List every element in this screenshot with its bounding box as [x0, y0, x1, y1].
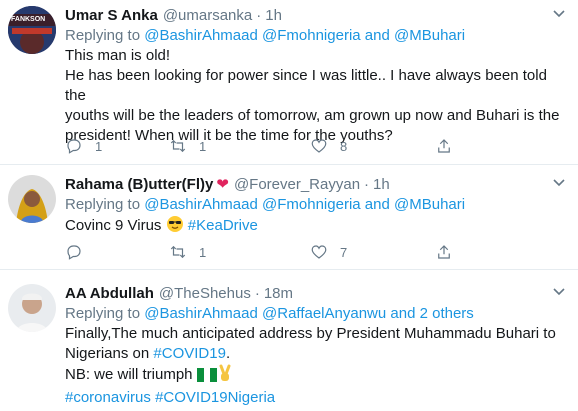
heart-icon — [311, 245, 327, 259]
replying-to: Replying to @BashirAhmaad @Fmohnigeria a… — [65, 27, 466, 44]
separator-dot: · — [256, 7, 262, 24]
avatar-image — [8, 175, 56, 223]
retweet-icon — [170, 245, 186, 259]
chevron-down-icon[interactable] — [552, 6, 566, 23]
separator-dot: · — [364, 176, 370, 193]
like-button[interactable]: 8 — [310, 137, 435, 155]
like-button[interactable]: 7 — [310, 243, 435, 261]
author-handle[interactable]: @Forever_Rayyan — [234, 175, 360, 195]
mention-link[interactable]: @BashirAhmaad — [144, 196, 258, 213]
reply-icon — [67, 245, 81, 260]
hashtag-link[interactable]: #coronavirus — [65, 389, 151, 406]
share-button[interactable] — [435, 243, 453, 261]
avatar[interactable]: FANKSON — [8, 6, 56, 54]
timestamp[interactable]: 1h — [373, 175, 390, 195]
tweet-text: Covinc 9 Virus #KeaDrive — [65, 215, 570, 239]
replying-to: Replying to @BashirAhmaad @Fmohnigeria a… — [65, 196, 466, 213]
share-icon — [438, 139, 450, 153]
avatar[interactable] — [8, 175, 56, 223]
tweet-actions: 1 1 8 — [65, 137, 453, 155]
chevron-down-icon[interactable] — [552, 175, 566, 192]
author-name[interactable]: Umar S Anka — [65, 6, 158, 26]
retweet-count: 1 — [199, 138, 207, 154]
mention-link[interactable]: @MBuhari — [394, 196, 465, 213]
mention-link[interactable]: @MBuhari — [394, 27, 465, 44]
retweet-button[interactable]: 1 — [169, 243, 310, 261]
author-name[interactable]: AA Abdullah — [65, 284, 154, 304]
author-handle[interactable]: @umarsanka — [163, 6, 252, 26]
heart-icon — [311, 139, 327, 153]
reply-button[interactable]: 1 — [65, 137, 169, 155]
heart-emoji-icon: ❤ — [216, 176, 229, 193]
mention-link[interactable]: @Fmohnigeria — [262, 27, 361, 44]
avatar-image — [8, 284, 56, 332]
retweet-count: 1 — [199, 244, 207, 260]
timestamp[interactable]: 18m — [264, 284, 293, 304]
mention-link[interactable]: @BashirAhmaad — [144, 27, 258, 44]
timestamp[interactable]: 1h — [265, 6, 282, 26]
author-handle[interactable]: @TheShehus — [159, 284, 251, 304]
reply-icon — [67, 139, 81, 154]
tweet-text: Finally,The much anticipated address by … — [65, 325, 556, 406]
reply-button[interactable] — [65, 243, 169, 261]
tweet-abdullah[interactable]: AA Abdullah @TheShehus · 18m Replying to… — [0, 270, 578, 411]
sunglasses-emoji-icon — [166, 215, 184, 239]
tweet-umar[interactable]: FANKSON Umar S Anka @umarsanka · 1h Repl… — [0, 0, 578, 165]
hashtag-link[interactable]: #COVID19 — [153, 345, 226, 362]
like-count: 7 — [340, 244, 348, 260]
separator-dot: · — [254, 285, 260, 302]
retweet-icon — [170, 139, 186, 153]
chevron-down-icon[interactable] — [552, 284, 566, 301]
hashtag-link[interactable]: #KeaDrive — [188, 217, 258, 234]
tweet-text: This man is old! He has been looking for… — [65, 47, 560, 144]
mention-link[interactable]: @RaffaelAnyanwu — [262, 305, 386, 322]
others-link[interactable]: 2 others — [420, 305, 474, 322]
replying-to: Replying to @BashirAhmaad @RaffaelAnyanw… — [65, 305, 474, 322]
mention-link[interactable]: @BashirAhmaad — [144, 305, 258, 322]
share-icon — [438, 245, 450, 259]
hashtag-link[interactable]: #COVID19Nigeria — [155, 389, 275, 406]
like-count: 8 — [340, 138, 348, 154]
avatar-label: FANKSON — [11, 16, 46, 23]
victory-hand-icon — [217, 364, 233, 388]
mention-link[interactable]: @Fmohnigeria — [262, 196, 361, 213]
nigeria-flag-icon — [196, 368, 217, 388]
avatar[interactable] — [8, 284, 56, 332]
reply-count: 1 — [95, 138, 103, 154]
tweet-actions: 1 7 — [65, 243, 453, 261]
tweet-rahama[interactable]: Rahama (B)utter(Fl)y ❤ @Forever_Rayyan ·… — [0, 165, 578, 270]
retweet-button[interactable]: 1 — [169, 137, 310, 155]
avatar-image — [8, 6, 56, 54]
author-name[interactable]: Rahama (B)utter(Fl)y — [65, 175, 213, 195]
share-button[interactable] — [435, 137, 453, 155]
